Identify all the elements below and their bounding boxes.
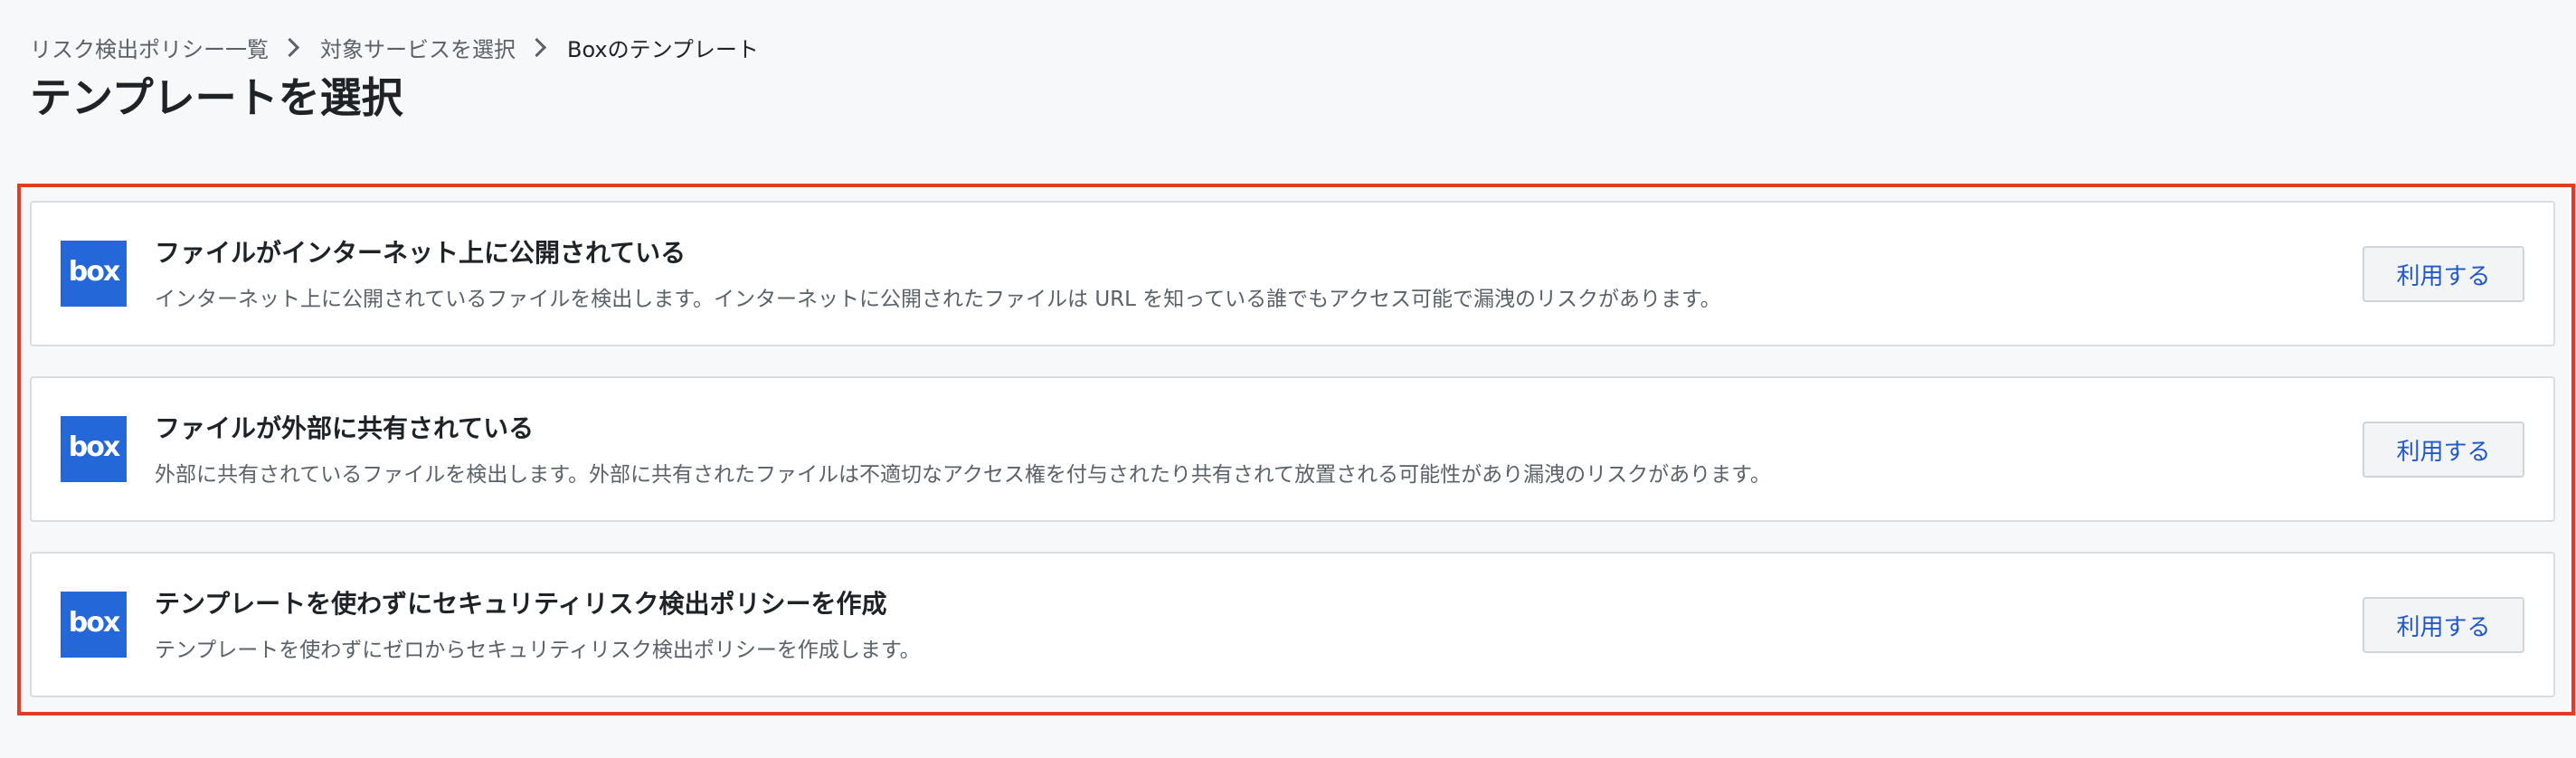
template-description: 外部に共有されているファイルを検出します。外部に共有されたファイルは不適切なアク… bbox=[155, 463, 1771, 487]
template-title: ファイルが外部に共有されている bbox=[155, 413, 535, 443]
page-title: テンプレートを選択 bbox=[30, 73, 403, 122]
template-card-blank: box テンプレートを使わずにセキュリティリスク検出ポリシーを作成 テンプレート… bbox=[30, 552, 2555, 697]
breadcrumb-link-select-service[interactable]: 対象サービスを選択 bbox=[320, 32, 516, 63]
box-logo-text: box bbox=[68, 431, 120, 463]
breadcrumb-link-policy-list[interactable]: リスク検出ポリシー一覧 bbox=[30, 32, 269, 63]
use-template-button[interactable]: 利用する bbox=[2363, 422, 2524, 478]
breadcrumb: リスク検出ポリシー一覧 対象サービスを選択 Boxのテンプレート bbox=[30, 31, 759, 63]
box-logo-icon: box bbox=[61, 416, 127, 482]
template-title: テンプレートを使わずにセキュリティリスク検出ポリシーを作成 bbox=[155, 589, 887, 619]
use-template-button[interactable]: 利用する bbox=[2363, 597, 2524, 653]
use-template-button[interactable]: 利用する bbox=[2363, 246, 2524, 302]
template-card-internet-public: box ファイルがインターネット上に公開されている インターネット上に公開されて… bbox=[30, 201, 2555, 346]
box-logo-text: box bbox=[68, 606, 120, 639]
template-card-external-share: box ファイルが外部に共有されている 外部に共有されているファイルを検出します… bbox=[30, 376, 2555, 522]
box-logo-text: box bbox=[68, 255, 120, 288]
chevron-right-icon bbox=[279, 37, 300, 57]
chevron-right-icon bbox=[526, 37, 547, 57]
template-description: テンプレートを使わずにゼロからセキュリティリスク検出ポリシーを作成します。 bbox=[155, 639, 921, 662]
box-logo-icon: box bbox=[61, 241, 127, 307]
template-description: インターネット上に公開されているファイルを検出します。インターネットに公開された… bbox=[155, 288, 1721, 311]
template-title: ファイルがインターネット上に公開されている bbox=[155, 238, 687, 268]
breadcrumb-current: Boxのテンプレート bbox=[567, 36, 759, 62]
box-logo-icon: box bbox=[61, 592, 127, 658]
